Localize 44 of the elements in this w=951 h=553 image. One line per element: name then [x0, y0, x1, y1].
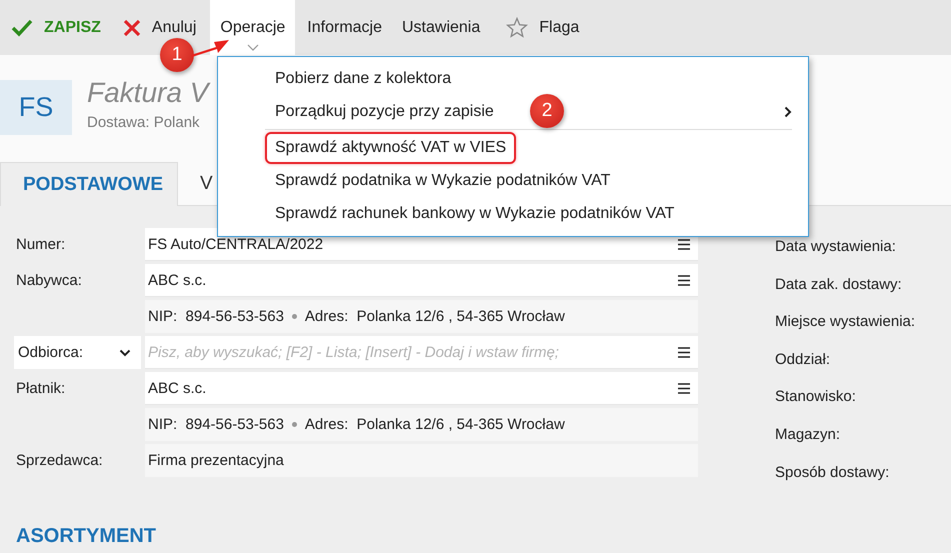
document-title: Faktura V	[87, 77, 208, 109]
toolbar-button[interactable]: Ustawienia	[394, 0, 488, 55]
input-field[interactable]: ABC s.c.	[145, 372, 698, 405]
contractor-info: NIP: 894-56-53-563 Adres: Polanka 12/6 , 54-365 Wrocław	[145, 408, 698, 441]
menu-item[interactable]: Sprawdź aktywność VAT w VIES	[265, 132, 516, 164]
menu-item[interactable]: Pobierz dane z kolektora	[265, 62, 462, 94]
field-label: Sprzedawca:	[16, 452, 103, 469]
close-icon	[122, 18, 141, 36]
field-label: Numer:	[16, 236, 66, 253]
menu-item[interactable]: Porządkuj pozycje przy zapisie	[265, 96, 504, 128]
field-label: Oddział:	[775, 350, 832, 370]
menu-icon	[678, 346, 690, 358]
field-label: Data zak. dostawy:	[775, 274, 903, 295]
readonly-field: Firma prezentacyjna	[145, 444, 698, 477]
toolbar-button[interactable]: Operacje	[210, 0, 296, 55]
contractor-info: NIP: 894-56-53-563 Adres: Polanka 12/6 , 54-365 Wrocław	[145, 300, 698, 333]
tab[interactable]: V	[178, 163, 227, 205]
tab[interactable]: PODSTAWOWE	[0, 162, 178, 206]
check-icon	[11, 18, 33, 36]
menu-icon	[678, 274, 690, 286]
star-icon	[506, 17, 528, 38]
recipient-type-dropdown[interactable]: Odbiorca:	[14, 336, 141, 369]
chevron-icon	[119, 348, 131, 356]
field-label: Data wystawienia:	[775, 237, 897, 257]
arrow-icon	[190, 37, 230, 57]
menu-item[interactable]: Sprawdź rachunek bankowy w Wykazie podatników VAT	[265, 198, 684, 230]
chevron-icon	[246, 44, 259, 51]
section-title: ASORTYMENT	[16, 525, 157, 548]
menu-icon	[678, 238, 690, 250]
toolbar-button[interactable]: Informacje	[299, 0, 390, 55]
document-type-badge: FS	[0, 80, 72, 135]
input-field[interactable]: ABC s.c.	[145, 264, 698, 297]
menu-item[interactable]: Sprawdź podatnika w Wykazie podatników VAT	[265, 164, 620, 196]
field-label: Nabywca:	[16, 272, 82, 289]
field-label: Magazyn:	[775, 424, 842, 445]
field-label: Miejsce wystawienia:	[775, 312, 916, 332]
field-label: Sposób dostawy:	[775, 462, 890, 483]
field-label: Stanowisko:	[775, 387, 857, 408]
bullet-icon	[292, 422, 297, 427]
field-label: Płatnik:	[16, 380, 66, 397]
bullet-icon	[292, 314, 297, 319]
menu-icon	[678, 382, 690, 394]
document-subtitle: Dostawa: Polank	[87, 114, 201, 131]
toolbar-button[interactable]: Flaga	[498, 0, 588, 55]
